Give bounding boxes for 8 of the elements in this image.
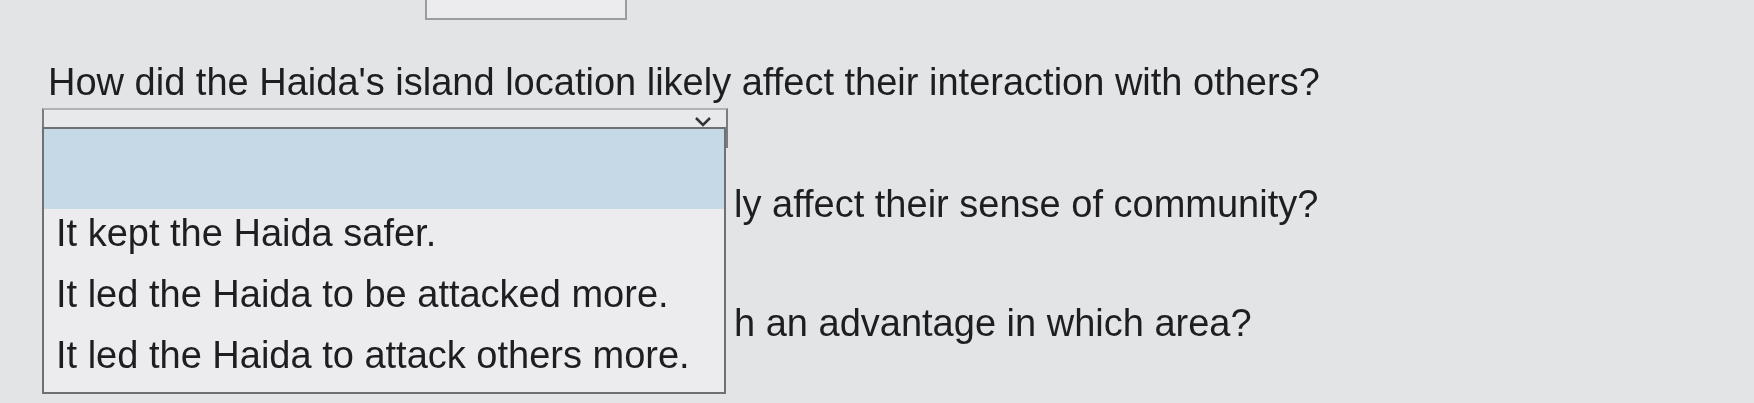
dropdown-option[interactable]: It led the Haida to be attacked more.: [44, 270, 724, 331]
chevron-down-icon: [694, 116, 712, 128]
question-text: h an advantage in which area?: [734, 302, 1252, 345]
question-text: How did the Haida's island location likely affect their interaction with others?: [48, 60, 1321, 104]
dropdown-option[interactable]: It kept the Haida safer.: [44, 209, 724, 270]
question-text: ly affect their sense of community?: [734, 183, 1319, 226]
dropdown-option[interactable]: It led the Haida to attack others more.: [44, 331, 724, 392]
answer-box[interactable]: [425, 0, 627, 20]
